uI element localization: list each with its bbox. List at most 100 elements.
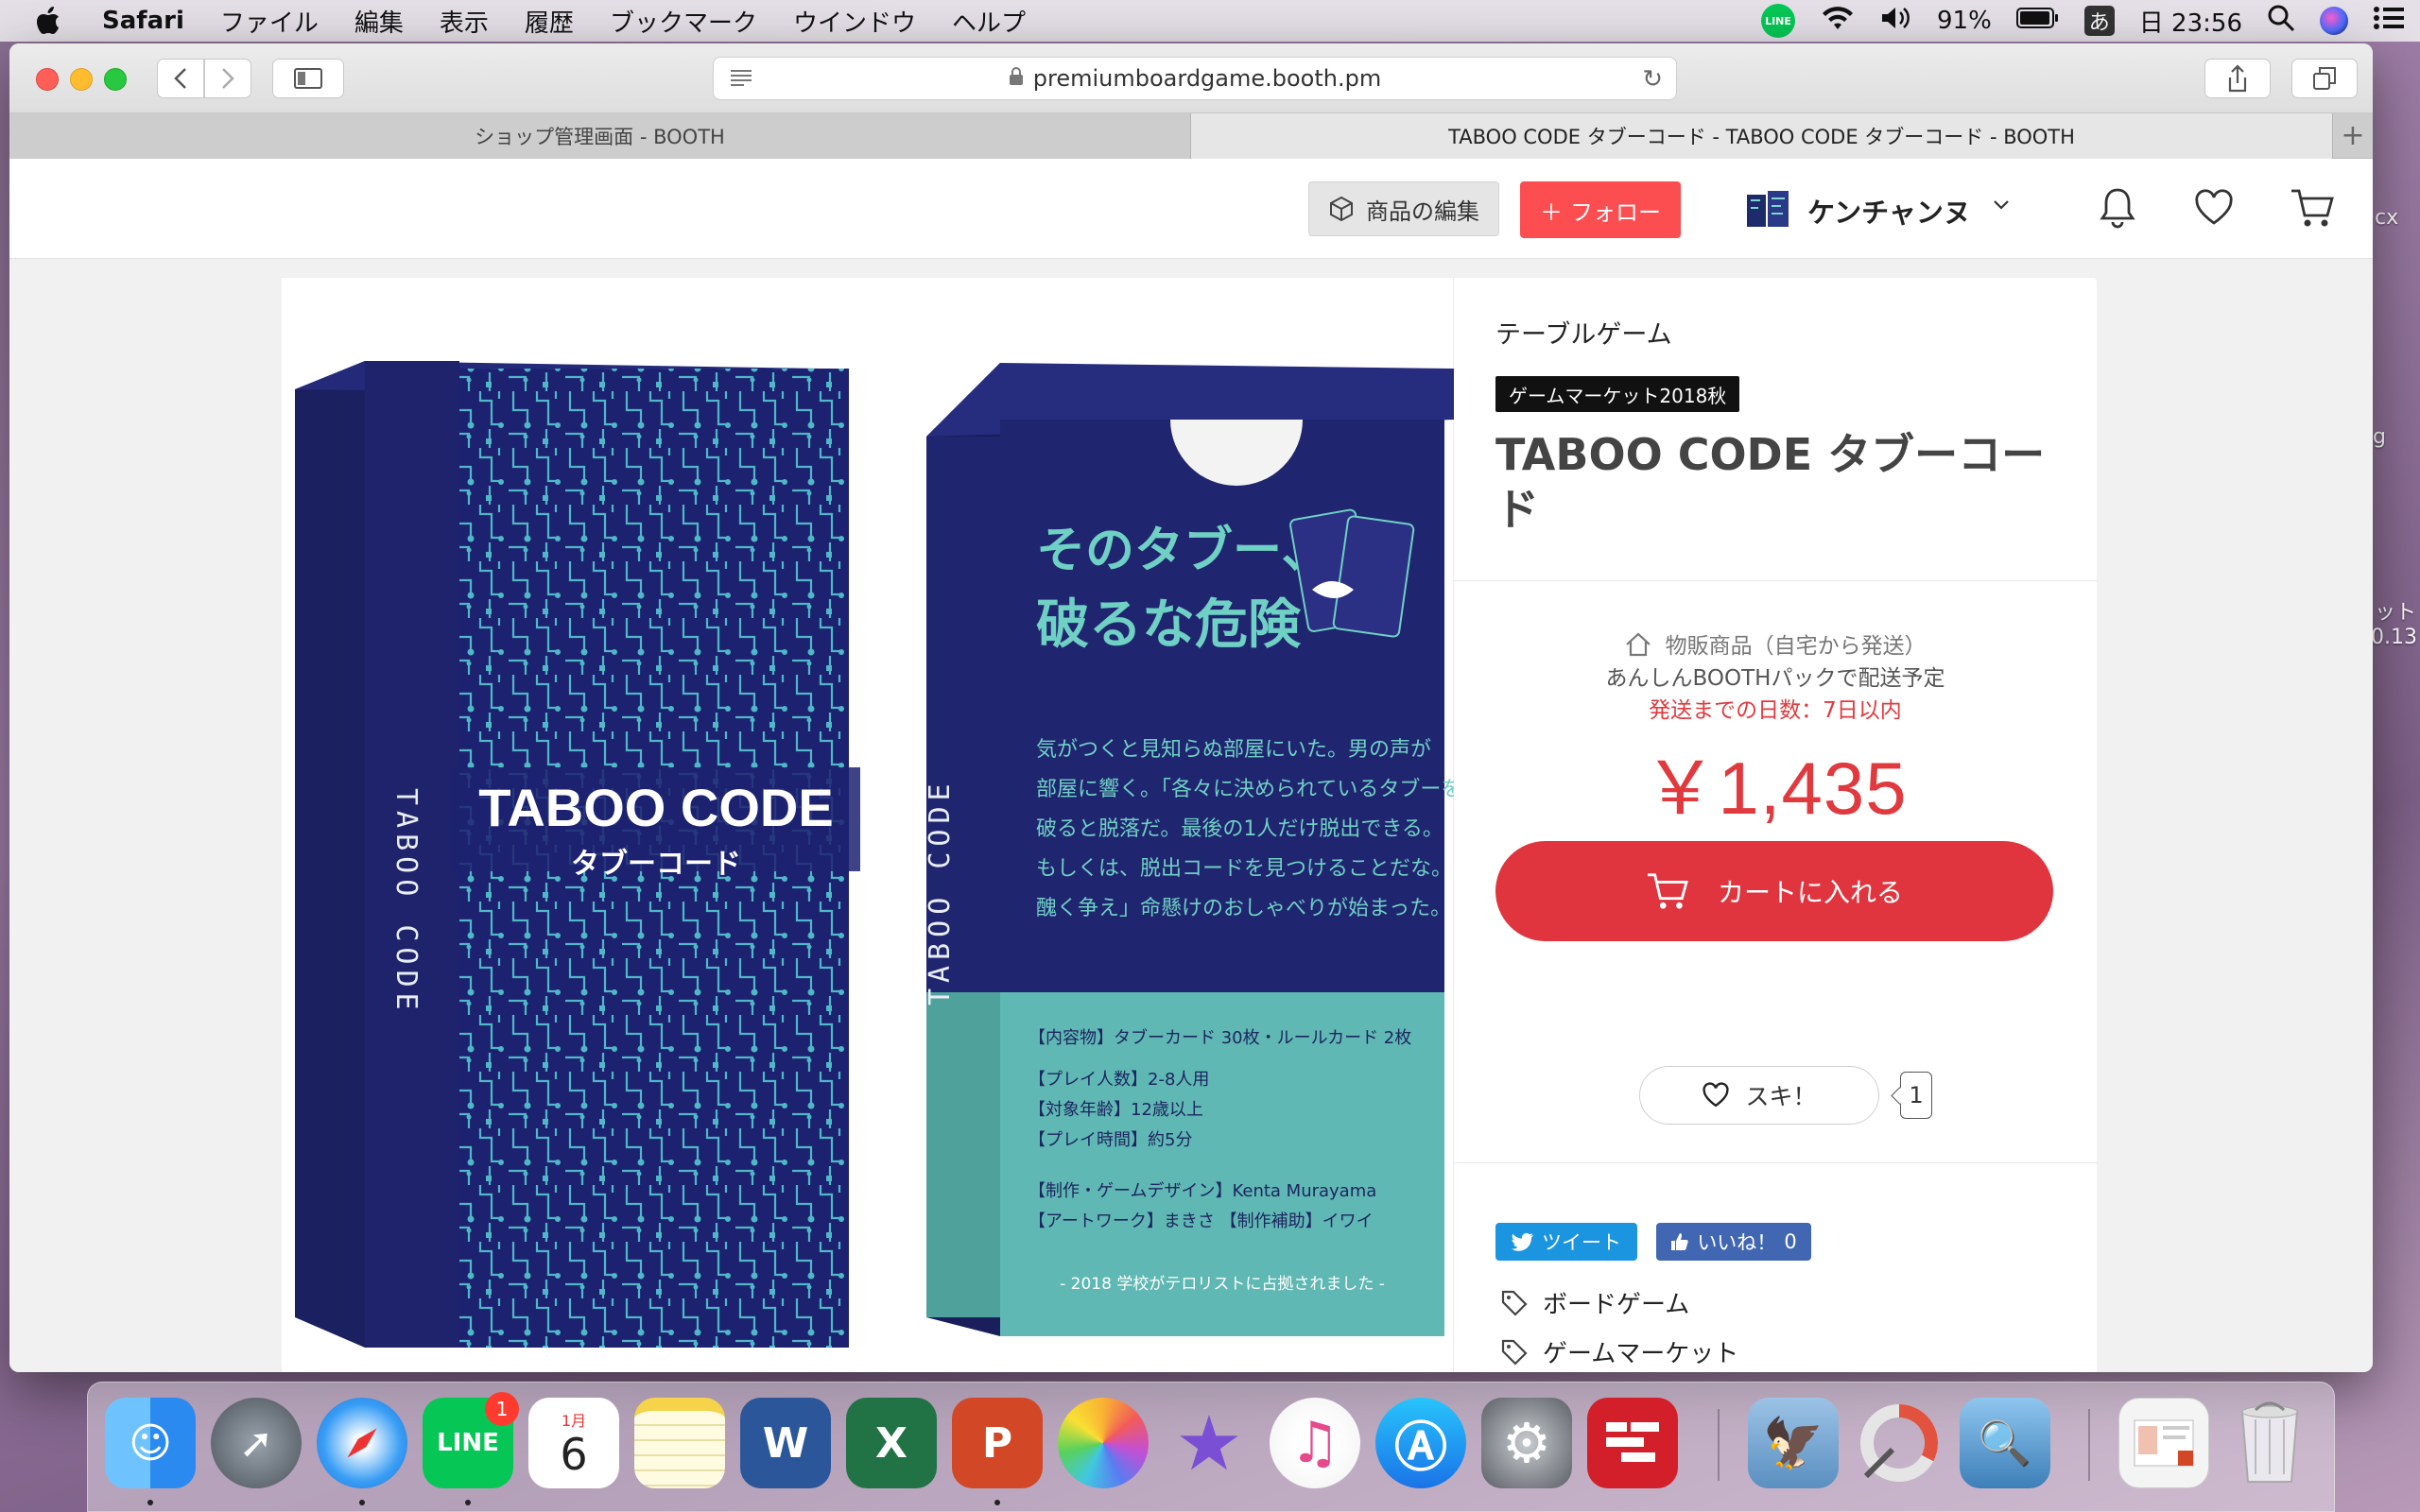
desktop-label-fragment: g [2373,425,2386,449]
menu-help[interactable]: ヘルプ [952,4,1026,39]
eagle-icon[interactable]: 🦅 [1748,1398,1839,1488]
box-back-spec-line: 【プレイ人数】2-8人用 [1028,1070,1209,1090]
board-app-icon[interactable] [1587,1398,1678,1488]
notes-icon[interactable] [634,1398,725,1488]
disk-tool-icon[interactable] [1854,1398,1945,1488]
like-button[interactable]: スキ！ [1639,1066,1879,1125]
box-back-spec-line: 【プレイ時間】約5分 [1028,1130,1192,1150]
launchpad-icon[interactable]: ➚ [211,1398,302,1488]
running-indicator [994,1500,1000,1505]
address-bar[interactable]: premiumboardgame.booth.pm ↻ [713,57,1677,100]
fullscreen-window-button[interactable] [104,68,127,91]
tag-item[interactable]: ボードゲーム [1501,1285,1689,1320]
box-back-spine-text: TABOO CODE [924,778,957,1005]
menu-bookmarks[interactable]: ブックマーク [610,4,757,39]
facebook-like-button[interactable]: いいね！ 0 [1656,1223,1811,1261]
system-preferences-icon[interactable]: ⚙ [1481,1398,1572,1488]
add-to-cart-label: カートに入れる [1717,877,1903,908]
bell-icon[interactable] [2093,181,2142,234]
box-front-subtitle: タブーコード [571,848,741,881]
box-back-story-line: 破ると脱落だ。最後の1人だけ脱出できる。 [1036,817,1443,841]
document-icon[interactable] [2118,1398,2209,1488]
tag-item[interactable]: ゲームマーケット [1501,1334,1738,1369]
heart-icon[interactable] [2189,181,2238,234]
reload-icon[interactable]: ↻ [1642,65,1663,94]
cart-icon [1647,873,1688,909]
calendar-icon[interactable]: 1月 6 [528,1398,619,1488]
dock-separator [1718,1409,1720,1481]
safari-window: premiumboardgame.booth.pm ↻ ショップ管理画面 - B… [9,43,2373,1372]
excel-letter: X [875,1418,908,1468]
desktop-label-fragment: cx [2375,206,2399,230]
box-back-footer: - 2018 学校がテロリストに占拠されました - [1060,1275,1385,1294]
menubar-clock[interactable]: 日 23:56 [2139,4,2242,39]
chevron-down-icon[interactable] [1993,193,2010,216]
photos-icon[interactable] [1058,1398,1149,1488]
product-image[interactable]: TABOO CODE TABOO CODE タブーコード TABOO CODE … [282,278,1461,1372]
battery-icon[interactable] [2015,7,2060,36]
add-to-cart-button[interactable]: カートに入れる [1495,841,2053,941]
thumbs-up-icon [1671,1233,1689,1250]
shop-name[interactable]: ケンチャンヌ [1807,191,1971,231]
edit-item-button[interactable]: 商品の編集 [1308,181,1499,236]
tweet-button[interactable]: ツイート [1495,1223,1637,1261]
safari-icon[interactable] [317,1398,407,1488]
imovie-icon[interactable]: ★ [1164,1398,1254,1488]
word-icon[interactable]: W [740,1398,831,1488]
box-back-spec-line: 【アートワーク】まきさ 【制作補助】イワイ [1028,1211,1374,1231]
forward-button[interactable] [204,59,251,98]
tab-product[interactable]: TABOO CODE タブーコード - TABOO CODE タブーコード - … [1191,113,2333,159]
powerpoint-icon[interactable]: P [952,1398,1043,1488]
follow-button[interactable]: ＋ フォロー [1520,181,1681,238]
finder-icon[interactable]: ☺ [105,1398,196,1488]
tab-overview-button[interactable] [2291,59,2358,98]
itunes-icon[interactable]: ♫ [1270,1398,1360,1488]
spotlight-search-icon[interactable] [2267,4,2295,39]
notification-center-icon[interactable] [2373,5,2405,38]
cart-icon[interactable] [2288,181,2337,234]
tab-shop-admin[interactable]: ショップ管理画面 - BOOTH [9,113,1191,159]
new-tab-button[interactable]: + [2333,113,2373,158]
apple-icon[interactable] [36,4,70,38]
shipping-days: 発送までの日数：7日以内 [1649,698,1902,723]
box-back-story-line: 醜く争え」命懸けのおしゃべりが始まった。 [1036,897,1451,920]
input-method-indicator[interactable]: あ [2083,6,2115,36]
menu-window[interactable]: ウインドウ [793,4,916,39]
product-card: TABOO CODE TABOO CODE タブーコード TABOO CODE … [282,278,2097,1372]
line-status-icon[interactable]: LINE [1761,4,1795,38]
wifi-icon[interactable] [1820,5,1856,38]
siri-icon[interactable] [2320,7,2348,35]
menu-history[interactable]: 履歴 [525,4,574,39]
tag-icon [1501,1290,1528,1316]
tag-icon [1501,1339,1528,1366]
tabs-icon [2313,67,2336,90]
box-back-story-line: 部屋に響く。「各々に決められているタブーを [1036,778,1454,801]
box-back-story-line: もしくは、脱出コードを見つけることだな。 [1036,857,1452,881]
notification-badge: 1 [485,1392,519,1426]
chevron-left-icon [174,68,186,89]
home-icon [1626,632,1651,657]
desktop-label-fragment: ット [2375,601,2417,625]
close-window-button[interactable] [36,68,59,91]
excel-icon[interactable]: X [846,1398,937,1488]
share-button[interactable] [2204,59,2271,98]
sidebar-icon [294,68,322,89]
product-category[interactable]: テーブルゲーム [1495,314,1672,351]
shop-avatar[interactable] [1743,187,1792,231]
minimize-window-button[interactable] [70,68,93,91]
trash-icon[interactable] [2224,1398,2315,1488]
box-back-headline-1: そのタブー、 [1036,523,1330,579]
preview-icon[interactable]: 🔍 [1960,1398,2050,1488]
appstore-icon[interactable]: Ⓐ [1375,1398,1466,1488]
event-badge[interactable]: ゲームマーケット2018秋 [1495,376,1740,412]
reader-view-icon[interactable] [729,67,753,90]
divider [1454,1162,2097,1163]
volume-icon[interactable] [1880,5,1912,38]
menu-view[interactable]: 表示 [440,4,489,39]
back-button[interactable] [157,59,204,98]
box-back-story-line: 気がつくと見知らぬ部屋にいた。男の声が [1036,738,1431,762]
sidebar-toggle-button[interactable] [272,59,344,98]
menu-file[interactable]: ファイル [220,4,319,39]
menu-app-name[interactable]: Safari [102,7,184,35]
menu-edit[interactable]: 編集 [354,4,404,39]
